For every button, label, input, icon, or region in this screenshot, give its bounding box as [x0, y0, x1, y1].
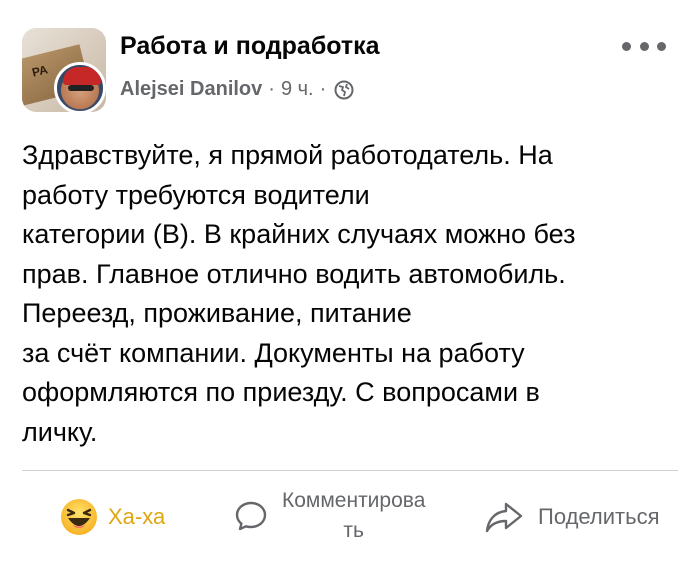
author-avatar-cap — [63, 67, 101, 85]
author-name-link[interactable]: Alejsei Danilov — [120, 78, 262, 101]
post-text-line: за счёт компании. Документы на работу — [22, 337, 525, 368]
share-label: Поделиться — [538, 504, 660, 529]
author-avatar-glasses — [68, 85, 94, 91]
more-options-icon[interactable] — [622, 36, 666, 56]
globe-icon[interactable] — [334, 80, 354, 100]
post-text-line: прав. Главное отлично водить автомобиль. — [22, 258, 566, 289]
comment-label: Комментирова ть — [282, 486, 425, 546]
post-actions: Ха-ха Комментирова ть Поделиться — [0, 480, 700, 564]
comment-icon — [235, 501, 267, 531]
post-header: РА Работа и подработка Alejsei Danilov ·… — [0, 0, 700, 120]
meta-separator: · — [268, 78, 275, 100]
comment-label-line: ть — [343, 519, 364, 542]
dot-icon — [657, 41, 666, 51]
post-text-line: работу требуются водители — [22, 179, 370, 210]
comment-button[interactable]: Комментирова ть — [234, 486, 425, 546]
post-meta: Alejsei Danilov · 9 ч. · — [120, 78, 354, 101]
post-text-line: категории (В). В крайних случаях можно б… — [22, 219, 576, 249]
share-button[interactable]: Поделиться — [484, 500, 659, 534]
post-text-line: личку. — [22, 416, 98, 447]
haha-reaction-button[interactable]: Ха-ха — [60, 498, 165, 536]
post-text-line: оформляются по приезду. С вопросами в — [22, 377, 540, 407]
post-text-line: Здравствуйте, я прямой работодатель. На — [22, 140, 553, 170]
post-text-line: Переезд, проживание, питание — [22, 298, 412, 328]
author-avatar[interactable] — [54, 62, 106, 114]
actions-divider — [22, 470, 678, 471]
post-time[interactable]: 9 ч. — [281, 78, 314, 101]
meta-separator: · — [319, 78, 327, 100]
haha-emoji-icon — [61, 499, 97, 535]
dot-icon — [622, 41, 631, 51]
group-name-link[interactable]: Работа и подработка — [120, 32, 380, 61]
post-text: Здравствуйте, я прямой работодатель. На … — [22, 136, 682, 452]
comment-label-line: Комментирова — [282, 489, 426, 512]
share-icon — [485, 502, 523, 533]
dot-icon — [639, 41, 649, 51]
haha-label: Ха-ха — [108, 504, 166, 529]
